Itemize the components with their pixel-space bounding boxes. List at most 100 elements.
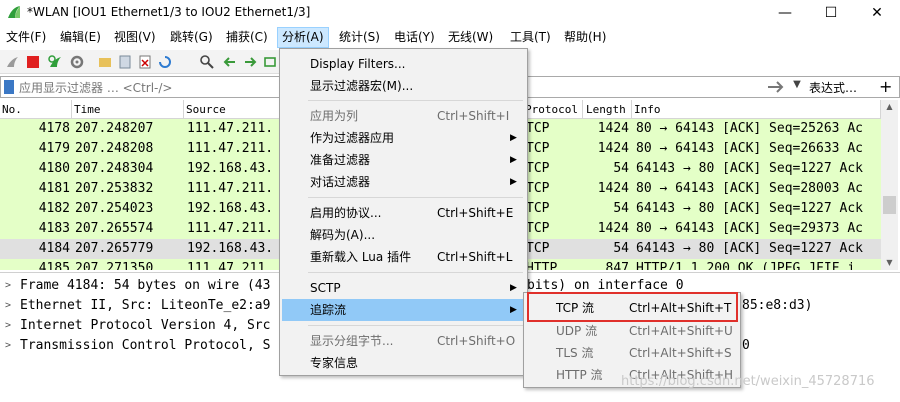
packet-cell-time: 207.248207 <box>75 121 154 136</box>
open-file-icon[interactable] <box>97 54 113 70</box>
menu-item-follow-stream[interactable]: 追踪流 ▶ <box>282 299 525 321</box>
menu-item-prepare-filter[interactable]: 准备过滤器 ▶ <box>282 149 525 171</box>
go-back-icon[interactable] <box>221 54 237 70</box>
expression-button[interactable]: 表达式… <box>809 79 857 96</box>
menu-item-display-filter-macros[interactable]: 显示过滤器宏(M)... <box>282 75 525 97</box>
packet-cell-info: 80 → 64143 [ACK] Seq=26633 Ac <box>636 141 863 156</box>
detail-text: Ethernet II, Src: LiteonTe_e2:a9 <box>20 298 271 313</box>
find-packet-icon[interactable] <box>199 54 215 70</box>
packet-cell-time: 207.253832 <box>75 181 154 196</box>
submenu-item-label: TLS 流 <box>556 346 594 360</box>
menu-item-shortcut: Ctrl+Shift+I <box>437 109 510 123</box>
menu-item-label: 显示分组字节... <box>310 334 394 348</box>
menu-item-label: 应用为列 <box>310 109 359 123</box>
expand-arrow-icon[interactable]: > <box>5 316 11 336</box>
menu-item-label: 作为过滤器应用 <box>310 131 395 145</box>
packet-cell-src: 111.47.211. <box>187 141 274 156</box>
packet-cell-no: 4183 <box>38 221 70 236</box>
menu-capture[interactable]: 捕获(C) <box>222 27 272 48</box>
close-button[interactable]: ✕ <box>854 0 900 26</box>
highlight-annotation-box <box>527 292 738 322</box>
menu-separator <box>308 272 523 273</box>
submenu-item-shortcut: Ctrl+Alt+Shift+S <box>629 346 732 360</box>
menu-statistics[interactable]: 统计(S) <box>335 27 384 48</box>
column-header-time[interactable]: Time <box>72 100 184 119</box>
menu-item-conversation-filter[interactable]: 对话过滤器 ▶ <box>282 171 525 193</box>
menu-item-decode-as[interactable]: 解码为(A)... <box>282 224 525 246</box>
column-header-protocol[interactable]: Protocol <box>523 100 583 119</box>
expand-arrow-icon[interactable]: > <box>5 276 11 296</box>
menu-view[interactable]: 视图(V) <box>110 27 160 48</box>
go-forward-icon[interactable] <box>243 54 259 70</box>
detail-text-tail: 85:e8:d3) <box>742 298 813 313</box>
menu-telephony[interactable]: 电话(Y) <box>390 27 439 48</box>
packet-cell-no: 4182 <box>38 201 70 216</box>
go-to-packet-icon[interactable] <box>263 54 279 70</box>
menu-item-label: 解码为(A)... <box>310 228 376 242</box>
packet-list-scrollbar[interactable]: ▲ ▼ <box>881 100 898 270</box>
menu-edit[interactable]: 编辑(E) <box>56 27 105 48</box>
menu-item-reload-lua-plugins[interactable]: 重新载入 Lua 插件 Ctrl+Shift+L <box>282 246 525 268</box>
menu-item-label: 重新载入 Lua 插件 <box>310 250 412 264</box>
menu-item-label: 专家信息 <box>310 356 359 370</box>
column-header-length[interactable]: Length <box>584 100 632 119</box>
add-filter-button[interactable]: + <box>879 77 892 96</box>
menu-item-label: 追踪流 <box>310 303 347 317</box>
menu-wireless[interactable]: 无线(W) <box>444 27 497 48</box>
minimize-button[interactable]: — <box>762 0 808 26</box>
minimize-icon: — <box>778 5 792 21</box>
menu-item-enabled-protocols[interactable]: 启用的协议... Ctrl+Shift+E <box>282 202 525 224</box>
menu-file[interactable]: 文件(F) <box>2 27 50 48</box>
close-file-icon[interactable] <box>137 54 153 70</box>
packet-cell-len: 1424 <box>597 141 629 156</box>
packet-cell-info: 64143 → 80 [ACK] Seq=1227 Ack <box>636 161 863 176</box>
maximize-button[interactable]: ☐ <box>808 0 854 26</box>
maximize-icon: ☐ <box>824 5 838 21</box>
packet-cell-no: 4178 <box>38 121 70 136</box>
packet-cell-no: 4180 <box>38 161 70 176</box>
menu-item-shortcut: Ctrl+Shift+L <box>437 250 513 264</box>
packet-cell-src: 111.47.211. <box>187 261 274 270</box>
packet-cell-proto: HTTP <box>526 261 558 270</box>
close-icon: ✕ <box>871 5 883 21</box>
menu-go[interactable]: 跳转(G) <box>166 27 217 48</box>
packet-cell-no: 4184 <box>38 241 70 256</box>
column-header-info[interactable]: Info <box>632 100 881 119</box>
packet-cell-len: 1424 <box>597 181 629 196</box>
packet-cell-info: 80 → 64143 [ACK] Seq=29373 Ac <box>636 221 863 236</box>
save-file-icon[interactable] <box>117 54 133 70</box>
packet-cell-time: 207.265779 <box>75 241 154 256</box>
apply-filter-arrow-icon[interactable] <box>766 79 786 95</box>
menu-item-sctp[interactable]: SCTP ▶ <box>282 277 525 299</box>
menu-tools[interactable]: 工具(T) <box>506 27 555 48</box>
expand-arrow-icon[interactable]: > <box>5 296 11 316</box>
menu-item-display-filters[interactable]: Display Filters... <box>282 53 525 75</box>
packet-cell-time: 207.248304 <box>75 161 154 176</box>
stop-capture-icon[interactable] <box>25 54 41 70</box>
menu-item-show-packet-bytes[interactable]: 显示分组字节... Ctrl+Shift+O <box>282 330 525 352</box>
packet-cell-len: 54 <box>613 161 629 176</box>
submenu-item-tls-stream[interactable]: TLS 流 Ctrl+Alt+Shift+S <box>526 342 738 364</box>
submenu-item-udp-stream[interactable]: UDP 流 Ctrl+Alt+Shift+U <box>526 320 738 342</box>
scroll-up-icon[interactable]: ▲ <box>881 100 898 114</box>
menu-help[interactable]: 帮助(H) <box>560 27 610 48</box>
filter-history-dropdown-icon[interactable]: ▼ <box>790 79 804 95</box>
restart-capture-icon[interactable] <box>47 54 63 70</box>
packet-cell-proto: TCP <box>526 241 550 256</box>
menu-item-apply-as-column[interactable]: 应用为列 Ctrl+Shift+I <box>282 105 525 127</box>
expand-arrow-icon[interactable]: > <box>5 336 11 356</box>
menu-item-label: 显示过滤器宏(M)... <box>310 79 414 93</box>
filter-bookmark-icon[interactable] <box>4 80 14 94</box>
scroll-down-icon[interactable]: ▼ <box>881 256 898 270</box>
packet-cell-no: 4185 <box>38 261 70 270</box>
capture-options-icon[interactable] <box>69 54 85 70</box>
main-toolbar <box>0 50 280 74</box>
start-capture-icon[interactable] <box>4 54 20 70</box>
column-header-no[interactable]: No. <box>0 100 72 119</box>
menu-item-apply-as-filter[interactable]: 作为过滤器应用 ▶ <box>282 127 525 149</box>
reload-icon[interactable] <box>157 54 173 70</box>
menu-analyze[interactable]: 分析(A) <box>277 27 329 48</box>
menu-bar: 文件(F) 编辑(E) 视图(V) 跳转(G) 捕获(C) 分析(A) 统计(S… <box>0 27 900 48</box>
scroll-thumb[interactable] <box>883 196 896 214</box>
menu-item-expert-info[interactable]: 专家信息 <box>282 352 525 374</box>
